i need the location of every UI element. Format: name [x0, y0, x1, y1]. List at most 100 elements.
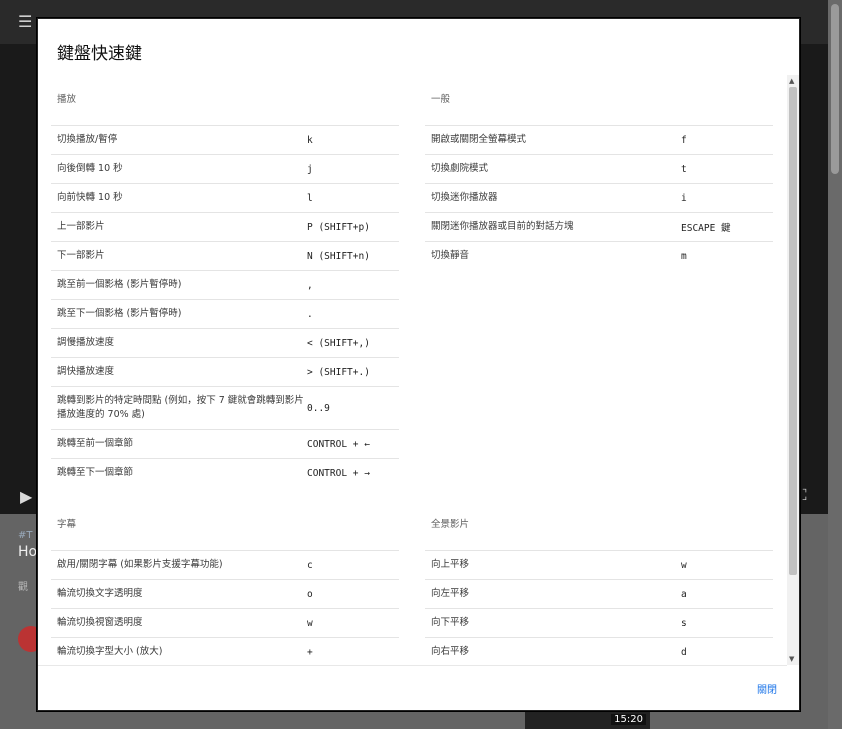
shortcut-key: w: [307, 617, 313, 629]
shortcut-description: 關閉迷你播放器或目前的對話方塊: [431, 221, 574, 232]
shortcut-description: 切換靜音: [431, 250, 470, 261]
shortcut-description: 上一部影片: [57, 221, 105, 232]
video-hashtag[interactable]: #T: [18, 530, 33, 541]
shortcut-key: CONTROL + →: [307, 467, 370, 479]
shortcut-row: 向後倒轉 10 秒 j: [51, 154, 399, 183]
shortcut-description: 向後倒轉 10 秒: [57, 163, 123, 174]
shortcut-description: 啟用/關閉字幕 (如果影片支援字幕功能): [57, 559, 223, 570]
video-title: Ho: [18, 544, 38, 560]
shortcut-key: f: [681, 134, 687, 146]
dialog-scrollbar-thumb[interactable]: [789, 87, 797, 575]
footer-divider: [38, 665, 787, 666]
shortcut-description: 向前快轉 10 秒: [57, 192, 123, 203]
shortcut-row: 跳至下一個影格 (影片暫停時).: [51, 299, 399, 328]
scroll-down-arrow-icon[interactable]: ▼: [789, 655, 794, 663]
shortcut-row: 向右平移 d: [425, 637, 773, 665]
page-scrollbar-thumb[interactable]: [831, 4, 839, 174]
shortcut-key: d: [681, 646, 687, 658]
section-title: 字幕: [57, 519, 77, 530]
shortcut-key: CONTROL + ←: [307, 438, 370, 450]
shortcut-key: l: [307, 192, 313, 204]
close-button[interactable]: 關閉: [755, 679, 779, 698]
shortcut-key: i: [681, 192, 687, 204]
shortcut-row: 上一部影片 P (SHIFT+p): [51, 212, 399, 241]
shortcut-row: 跳轉至前一個章節 CONTROL + ←: [51, 429, 399, 458]
section-spherical: 全景影片 向上平移 w 向左平移 a 向下平移 s 向右平移 d: [425, 500, 773, 665]
section-title: 一般: [431, 94, 451, 105]
shortcut-key: > (SHIFT+.): [307, 366, 370, 378]
scroll-up-arrow-icon[interactable]: ▲: [789, 77, 794, 85]
shortcut-row: 關閉迷你播放器或目前的對話方塊 ESCAPE 鍵: [425, 212, 773, 241]
thumbnail-duration: 15:20: [611, 714, 646, 725]
shortcut-description: 向上平移: [431, 559, 470, 570]
shortcut-description: 輪流切換視窗透明度: [57, 617, 143, 628]
shortcut-key: N (SHIFT+n): [307, 250, 370, 262]
keyboard-shortcuts-dialog: 鍵盤快速鍵 播放 切換播放/暫停 k 向後倒轉 10 秒 j 向前快轉 10 秒 l 上一部…: [37, 18, 800, 711]
shortcut-row: 切換迷你播放器 i: [425, 183, 773, 212]
shortcut-row: 切換播放/暫停 k: [51, 125, 399, 154]
shortcut-row: 跳轉至下一個章節 CONTROL + →: [51, 458, 399, 487]
shortcut-key: ESCAPE 鍵: [681, 223, 731, 234]
shortcut-row: 輪流切換文字透明度 o: [51, 579, 399, 608]
shortcut-description: 調快播放速度: [57, 366, 115, 377]
shortcut-description: 跳轉到影片的特定時間點 (例如，按下 7 鍵就會跳轉到影片播放進度的 70% 處…: [57, 395, 304, 420]
shortcut-description: 下一部影片: [57, 250, 105, 261]
shortcut-key: t: [681, 163, 687, 175]
shortcut-row: 調快播放速度 > (SHIFT+.): [51, 357, 399, 386]
shortcut-description: 跳轉至下一個章節: [57, 467, 134, 478]
shortcut-description: 向下平移: [431, 617, 470, 628]
menu-icon[interactable]: ☰: [18, 12, 32, 31]
shortcut-key: c: [307, 559, 313, 571]
shortcut-key: +: [307, 646, 313, 658]
shortcut-row: 向左平移 a: [425, 579, 773, 608]
shortcut-key: m: [681, 250, 687, 262]
shortcut-description: 切換劇院模式: [431, 163, 489, 174]
shortcut-description: 向左平移: [431, 588, 470, 599]
shortcut-description: 輪流切換文字透明度: [57, 588, 143, 599]
shortcut-row: 向前快轉 10 秒 l: [51, 183, 399, 212]
shortcut-description: 跳轉至前一個章節: [57, 438, 134, 449]
shortcut-row: 輪流切換字型大小 (放大) +: [51, 637, 399, 665]
shortcut-key: .: [307, 308, 313, 320]
shortcut-row: 跳至前一個影格 (影片暫停時),: [51, 270, 399, 299]
shortcut-key: P (SHIFT+p): [307, 221, 370, 233]
shortcut-row: 切換靜音 m: [425, 241, 773, 270]
shortcut-description: 輪流切換字型大小 (放大): [57, 646, 163, 657]
shortcut-key: 0..9: [307, 402, 330, 414]
dialog-scrollbar[interactable]: ▲ ▼: [787, 75, 799, 665]
shortcut-description: 跳至前一個影格 (影片暫停時): [57, 279, 182, 290]
video-meta: 觀: [18, 582, 28, 593]
shortcut-row: 切換劇院模式 t: [425, 154, 773, 183]
shortcut-description: 切換播放/暫停: [57, 134, 118, 145]
shortcut-row: 向上平移 w: [425, 550, 773, 579]
play-icon[interactable]: ▶: [20, 487, 32, 506]
shortcut-row: 輪流切換視窗透明度 w: [51, 608, 399, 637]
shortcut-description: 跳至下一個影格 (影片暫停時): [57, 308, 182, 319]
section-title: 播放: [57, 94, 77, 105]
shortcut-key: j: [307, 163, 313, 175]
shortcut-description: 開啟或關閉全螢幕模式: [431, 134, 527, 145]
section-general: 一般 開啟或關閉全螢幕模式 f 切換劇院模式 t 切換迷你播放器 i 關閉迷你播放器或目前的…: [425, 75, 773, 270]
shortcut-row: 開啟或關閉全螢幕模式 f: [425, 125, 773, 154]
shortcut-key: ,: [307, 279, 313, 291]
shortcut-key: < (SHIFT+,): [307, 337, 370, 349]
dialog-title: 鍵盤快速鍵: [57, 44, 142, 64]
shortcut-row: 啟用/關閉字幕 (如果影片支援字幕功能) c: [51, 550, 399, 579]
shortcut-key: o: [307, 588, 313, 600]
shortcut-description: 切換迷你播放器: [431, 192, 498, 203]
shortcut-description: 向右平移: [431, 646, 470, 657]
section-playback: 播放 切換播放/暫停 k 向後倒轉 10 秒 j 向前快轉 10 秒 l 上一部影片 P (S…: [51, 75, 399, 487]
shortcut-description: 調慢播放速度: [57, 337, 115, 348]
shortcut-row: 跳轉到影片的特定時間點 (例如，按下 7 鍵就會跳轉到影片播放進度的 70% 處…: [51, 386, 399, 429]
section-subtitles: 字幕 啟用/關閉字幕 (如果影片支援字幕功能) c 輪流切換文字透明度 o 輪流切換視窗…: [51, 500, 399, 665]
shortcut-key: k: [307, 134, 313, 146]
section-title: 全景影片: [431, 519, 470, 530]
shortcut-row: 下一部影片 N (SHIFT+n): [51, 241, 399, 270]
shortcut-key: w: [681, 559, 687, 571]
page-scrollbar[interactable]: [828, 0, 842, 729]
shortcut-row: 調慢播放速度 < (SHIFT+,): [51, 328, 399, 357]
shortcut-key: a: [681, 588, 687, 600]
shortcut-row: 向下平移 s: [425, 608, 773, 637]
shortcut-key: s: [681, 617, 687, 629]
dialog-content: 播放 切換播放/暫停 k 向後倒轉 10 秒 j 向前快轉 10 秒 l 上一部影片 P (S…: [38, 75, 799, 665]
